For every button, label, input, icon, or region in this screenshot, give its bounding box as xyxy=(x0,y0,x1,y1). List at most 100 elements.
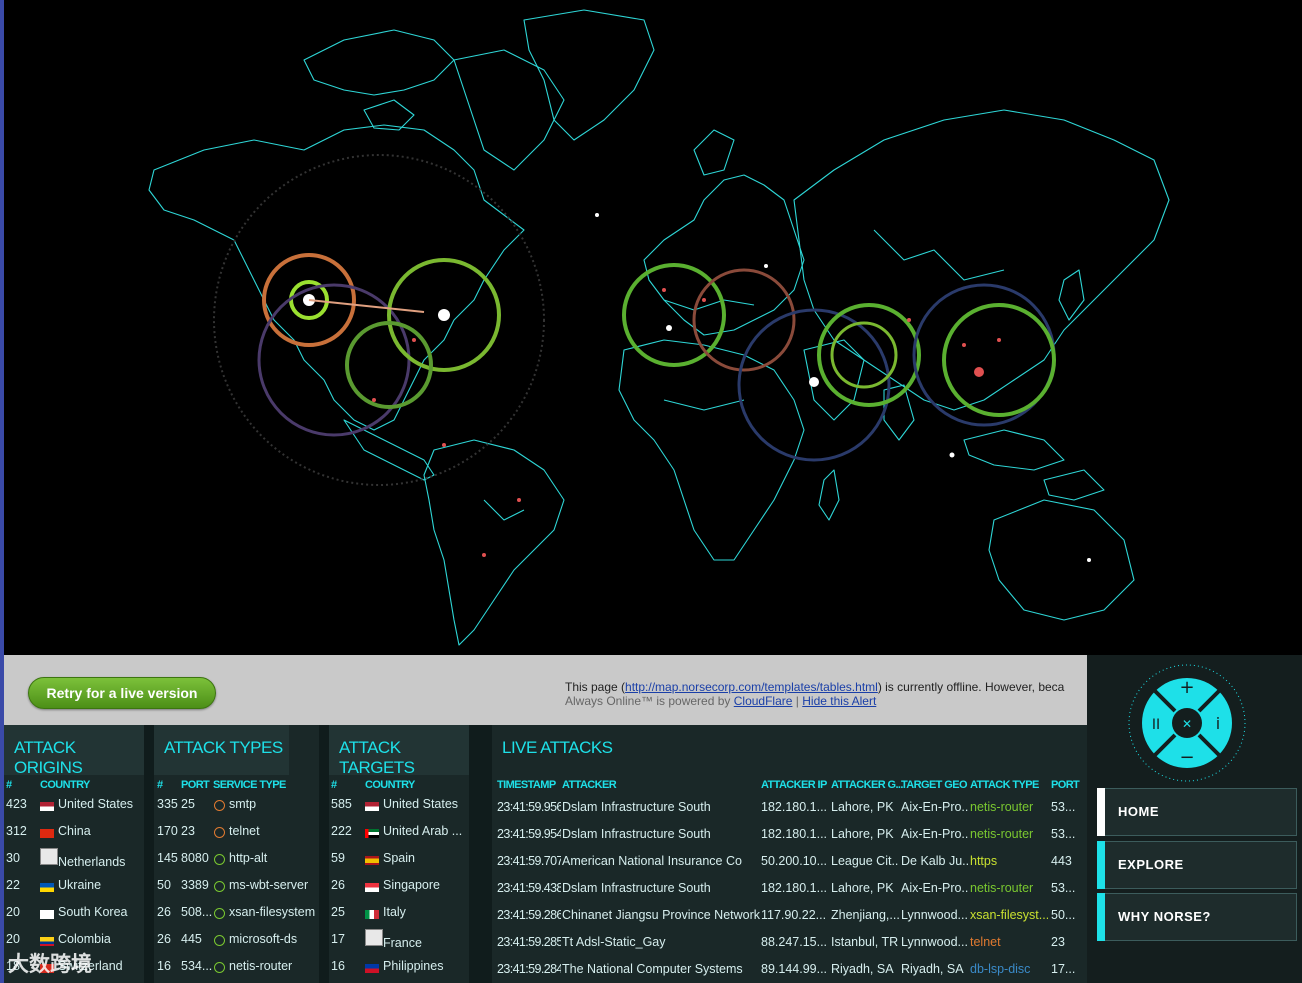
live-attacker-ip: 182.180.1... xyxy=(761,800,828,814)
hide-alert-link[interactable]: Hide this Alert xyxy=(802,694,876,708)
types-header-count: # xyxy=(157,779,163,791)
type-service: smtp xyxy=(229,797,257,811)
live-attacker-ip: 88.247.15... xyxy=(761,935,828,949)
nav-explore[interactable]: EXPLORE xyxy=(1097,841,1297,889)
attack-targets-title: ATTACK TARGETS xyxy=(329,725,469,777)
live-target-geo: Lynnwood... xyxy=(901,908,968,922)
live-attack-row[interactable]: 23:41:59.284 The National Computer System… xyxy=(492,962,1087,983)
type-service: xsan-filesystem xyxy=(229,905,316,919)
ph-flag-icon xyxy=(365,964,379,973)
live-attack-type: netis-router xyxy=(970,881,1034,895)
attack-type-row: 16 534... netis-router xyxy=(154,959,319,983)
us-flag-icon xyxy=(365,802,379,811)
kr-flag-icon xyxy=(40,910,54,919)
live-header-attacker-ip: ATTACKER IP xyxy=(761,779,827,791)
live-attack-row[interactable]: 23:41:59.286 Chinanet Jiangsu Province Ne… xyxy=(492,908,1087,935)
origin-row: 30 Netherlands xyxy=(4,848,144,878)
live-attacks-title: LIVE ATTACKS xyxy=(492,725,1087,775)
live-header-target-geo: TARGET GEO xyxy=(901,779,968,791)
target-country: Spain xyxy=(383,851,415,865)
targets-header-country: COUNTRY xyxy=(365,779,415,791)
live-port: 17... xyxy=(1051,962,1076,976)
svg-text:II: II xyxy=(1152,717,1160,733)
origins-header-count: # xyxy=(6,779,12,791)
origin-count: 22 xyxy=(6,878,20,892)
target-country: United States xyxy=(383,797,459,811)
live-attack-type: xsan-filesyst... xyxy=(970,908,1048,922)
target-row: 17 France xyxy=(329,929,469,959)
live-timestamp: 23:41:59.438 xyxy=(497,881,561,895)
origin-row: 20 South Korea xyxy=(4,905,144,932)
live-attacker: Dslam Infrastructure South xyxy=(562,881,711,895)
origin-count: 30 xyxy=(6,851,20,865)
origins-header-country: COUNTRY xyxy=(40,779,90,791)
type-port: 25 xyxy=(181,797,195,811)
live-timestamp: 23:41:59.285 xyxy=(497,935,561,949)
svg-text:i: i xyxy=(1216,714,1220,733)
live-attack-type: db-lsp-disc xyxy=(970,962,1031,976)
live-port: 23 xyxy=(1051,935,1065,949)
cloudflare-link[interactable]: CloudFlare xyxy=(734,694,793,708)
target-country: Philippines xyxy=(383,959,444,973)
target-row: 222 United Arab ... xyxy=(329,824,469,851)
ua-flag-icon xyxy=(40,883,54,892)
type-service: microsoft-ds xyxy=(229,932,298,946)
live-target-geo: Aix-En-Pro... xyxy=(901,827,969,841)
type-count: 170 xyxy=(157,824,178,838)
origin-country: Colombia xyxy=(58,932,111,946)
origin-country: Netherlands xyxy=(58,855,126,869)
live-attack-type: telnet xyxy=(970,935,1001,949)
live-timestamp: 23:41:59.707 xyxy=(497,854,561,868)
origin-row: 22 Ukraine xyxy=(4,878,144,905)
live-port: 53... xyxy=(1051,881,1076,895)
map-control-dial[interactable]: + − II i ✕ xyxy=(1127,663,1247,783)
attack-origins-title: ATTACK ORIGINS xyxy=(4,725,144,777)
live-attack-row[interactable]: 23:41:59.954 Dslam Infrastructure South 18… xyxy=(492,827,1087,854)
live-attacker: Tt Adsl-Static_Gay xyxy=(562,935,666,949)
live-port: 443 xyxy=(1051,854,1072,868)
attack-targets-panel: ATTACK TARGETS # COUNTRY 585 United State… xyxy=(329,725,469,983)
live-header-attack-type: ATTACK TYPE xyxy=(970,779,1039,791)
target-count: 26 xyxy=(331,878,345,892)
live-attacker-geo: Zhenjiang,... xyxy=(831,908,899,922)
origin-count: 20 xyxy=(6,932,20,946)
live-attack-row[interactable]: 23:41:59.956 Dslam Infrastructure South 18… xyxy=(492,800,1087,827)
attack-map[interactable] xyxy=(4,0,1302,655)
nav-why-norse[interactable]: WHY NORSE? xyxy=(1097,893,1297,941)
svg-text:−: − xyxy=(1179,747,1194,768)
live-attacker: The National Computer Systems xyxy=(562,962,743,976)
broken-flag-icon xyxy=(40,848,58,865)
attack-types-panel: ATTACK TYPES # PORT SERVICE TYPE 335 25 sm… xyxy=(154,725,319,983)
offline-page-link[interactable]: http://map.norsecorp.com/templates/table… xyxy=(625,680,878,694)
it-flag-icon xyxy=(365,910,379,919)
live-timestamp: 23:41:59.284 xyxy=(497,962,561,976)
type-port: 8080 xyxy=(181,851,209,865)
target-count: 25 xyxy=(331,905,345,919)
live-timestamp: 23:41:59.954 xyxy=(497,827,561,841)
types-header-port: PORT xyxy=(181,779,210,791)
live-attacker-ip: 182.180.1... xyxy=(761,827,828,841)
target-count: 222 xyxy=(331,824,352,838)
live-timestamp: 23:41:59.956 xyxy=(497,800,561,814)
nav-why-indicator xyxy=(1097,893,1105,941)
live-attack-row[interactable]: 23:41:59.285 Tt Adsl-Static_Gay 88.247.15.… xyxy=(492,935,1087,962)
svg-text:+: + xyxy=(1179,677,1194,698)
nav-home[interactable]: HOME xyxy=(1097,788,1297,836)
origin-country: Ukraine xyxy=(58,878,102,892)
retry-live-button[interactable]: Retry for a live version xyxy=(28,677,216,709)
ae-flag-icon xyxy=(365,829,379,838)
live-port: 50... xyxy=(1051,908,1076,922)
offline-alert-bar: Retry for a live version This page (http… xyxy=(4,655,1087,725)
sg-flag-icon xyxy=(365,883,379,892)
attack-origins-panel: ATTACK ORIGINS # COUNTRY 423 United State… xyxy=(4,725,144,983)
attack-type-row: 50 3389 ms-wbt-server xyxy=(154,878,319,905)
target-count: 59 xyxy=(331,851,345,865)
origin-country: China xyxy=(58,824,91,838)
target-row: 59 Spain xyxy=(329,851,469,878)
target-count: 16 xyxy=(331,959,345,973)
type-service: telnet xyxy=(229,824,260,838)
origin-count: 312 xyxy=(6,824,27,838)
live-attack-row[interactable]: 23:41:59.438 Dslam Infrastructure South 18… xyxy=(492,881,1087,908)
live-attack-row[interactable]: 23:41:59.707 American National Insurance … xyxy=(492,854,1087,881)
live-attack-type: https xyxy=(970,854,998,868)
